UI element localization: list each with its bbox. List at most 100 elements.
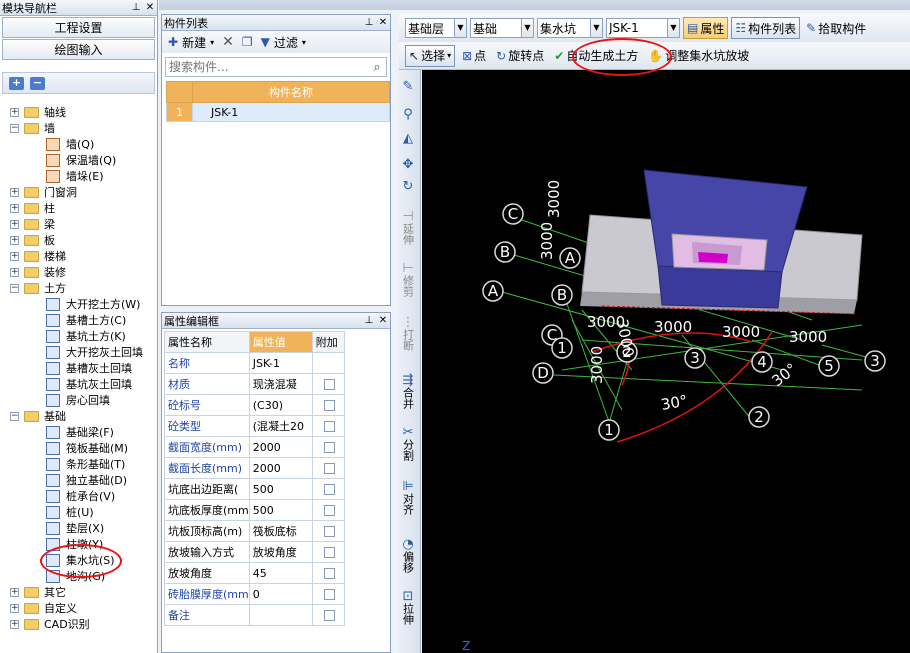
category-select[interactable]: 基础 ▼: [470, 18, 534, 38]
tree-item[interactable]: 房心回填: [0, 392, 157, 408]
tree-item[interactable]: + 门窗洞: [0, 184, 157, 200]
tree-item[interactable]: 基槽土方(C): [0, 312, 157, 328]
project-settings-button[interactable]: 工程设置: [2, 17, 155, 38]
table-row[interactable]: 坑底板厚度(mm 500: [164, 499, 345, 521]
pin-icon[interactable]: ⊥: [362, 315, 376, 326]
table-row[interactable]: 砖胎膜厚度(mm 0: [164, 583, 345, 605]
tree-item[interactable]: 大开挖灰土回填: [0, 344, 157, 360]
tree-item[interactable]: + 楼梯: [0, 248, 157, 264]
tree-item[interactable]: 基础梁(F): [0, 424, 157, 440]
tree-item[interactable]: − 墙: [0, 120, 157, 136]
table-row[interactable]: 放坡输入方式 放坡角度: [164, 541, 345, 563]
property-value-cell[interactable]: 500: [248, 499, 313, 521]
new-button[interactable]: 新建: [182, 34, 206, 51]
expand-icon[interactable]: +: [10, 187, 19, 197]
expand-icon[interactable]: +: [10, 219, 19, 229]
expand-icon[interactable]: +: [10, 587, 19, 597]
property-value-cell[interactable]: 2000: [248, 436, 313, 458]
split-tool[interactable]: ✂ 分割: [398, 426, 418, 464]
collapse-icon[interactable]: −: [10, 283, 19, 293]
drawing-input-button[interactable]: 绘图输入: [2, 39, 155, 60]
tree-item[interactable]: + 装修: [0, 264, 157, 280]
mirror-icon[interactable]: ◭: [398, 132, 418, 145]
chevron-down-icon[interactable]: ▾: [210, 38, 214, 47]
tree-item[interactable]: + 其它: [0, 584, 157, 600]
3d-viewport[interactable]: C B A A B C D 1 2 3 4 5 3 2 1 3000 3000 …: [422, 70, 910, 653]
expand-icon[interactable]: +: [10, 203, 19, 213]
tree-item[interactable]: 条形基础(T): [0, 456, 157, 472]
table-row[interactable]: 截面长度(mm) 2000: [164, 457, 345, 479]
expand-icon[interactable]: +: [10, 235, 19, 245]
component-select[interactable]: JSK-1 ▼: [606, 18, 680, 38]
extend-tool[interactable]: ⊣ 延伸: [398, 210, 418, 248]
component-list-button[interactable]: ☷ 构件列表: [731, 17, 801, 39]
tree-item[interactable]: 基槽灰土回填: [0, 360, 157, 376]
tree-item[interactable]: 独立基础(D): [0, 472, 157, 488]
expand-icon[interactable]: +: [10, 267, 19, 277]
type-select[interactable]: 集水坑 ▼: [537, 18, 603, 38]
tree-item[interactable]: 保温墙(Q): [0, 152, 157, 168]
rotate-icon[interactable]: ↻: [398, 180, 418, 193]
stretch-tool[interactable]: ⊡ 拉伸: [398, 590, 418, 628]
tree-item[interactable]: − 基础: [0, 408, 157, 424]
copy-icon[interactable]: ❐: [242, 35, 253, 49]
merge-tool[interactable]: ⇶ 合并: [398, 374, 418, 412]
filter-button[interactable]: 过滤: [274, 34, 298, 51]
tree-item[interactable]: 桩(U): [0, 504, 157, 520]
tree-item[interactable]: 基坑灰土回填: [0, 376, 157, 392]
tree-item[interactable]: + 轴线: [0, 104, 157, 120]
property-value-cell[interactable]: 500: [248, 478, 313, 500]
tree-item[interactable]: + 柱: [0, 200, 157, 216]
property-value-cell[interactable]: (混凝土20: [248, 415, 313, 437]
close-icon[interactable]: ✕: [376, 17, 390, 28]
rotate-point-button[interactable]: ↻ 旋转点: [493, 45, 547, 67]
property-value-cell[interactable]: 放坡角度: [248, 541, 313, 563]
expand-icon[interactable]: +: [10, 619, 19, 629]
property-value-cell[interactable]: 筏板底标: [248, 520, 313, 542]
extra-checkbox[interactable]: [324, 610, 336, 621]
table-row[interactable]: 名称 JSK-1: [164, 352, 345, 374]
collapse-all-icon[interactable]: −: [30, 76, 45, 90]
extra-checkbox[interactable]: [324, 379, 336, 390]
search-icon[interactable]: ⌕: [368, 60, 386, 75]
align-tool[interactable]: ⊫ 对齐: [398, 480, 418, 518]
tree-item[interactable]: 基坑土方(K): [0, 328, 157, 344]
tree-item[interactable]: + 自定义: [0, 600, 157, 616]
table-row[interactable]: 1 JSK-1: [166, 102, 390, 122]
table-row[interactable]: 坑板顶标高(m) 筏板底标: [164, 520, 345, 542]
tree-item[interactable]: + CAD识别: [0, 616, 157, 632]
extra-checkbox[interactable]: [324, 568, 336, 579]
tree-item[interactable]: 大开挖土方(W): [0, 296, 157, 312]
tree-item[interactable]: 墙(Q): [0, 136, 157, 152]
table-row[interactable]: 截面宽度(mm) 2000: [164, 436, 345, 458]
expand-all-icon[interactable]: +: [9, 76, 24, 90]
table-row[interactable]: 放坡角度 45: [164, 562, 345, 584]
point-button[interactable]: ⊠ 点: [459, 45, 489, 67]
close-icon[interactable]: ✕: [143, 2, 157, 13]
close-icon[interactable]: ✕: [376, 315, 390, 326]
tree-item[interactable]: 桩承台(V): [0, 488, 157, 504]
expand-icon[interactable]: +: [10, 603, 19, 613]
extra-checkbox[interactable]: [324, 505, 336, 516]
property-value-cell[interactable]: JSK-1: [248, 352, 313, 374]
component-search-input[interactable]: [166, 58, 368, 76]
property-value-cell[interactable]: [248, 604, 313, 626]
table-row[interactable]: 砼类型 (混凝土20: [164, 415, 345, 437]
scale-icon[interactable]: ⚲: [398, 108, 418, 121]
tree-item[interactable]: 墙垛(E): [0, 168, 157, 184]
extra-checkbox[interactable]: [324, 400, 336, 411]
extra-checkbox[interactable]: [324, 547, 336, 558]
pin-icon[interactable]: ⊥: [362, 17, 376, 28]
table-row[interactable]: 坑底出边距离(500: [164, 478, 345, 500]
expand-icon[interactable]: +: [10, 107, 19, 117]
expand-icon[interactable]: +: [10, 251, 19, 261]
break-tool[interactable]: ⋮ 打断: [398, 316, 418, 354]
property-value-cell[interactable]: 0: [248, 583, 313, 605]
property-value-cell[interactable]: (C30): [248, 394, 313, 416]
brush-icon[interactable]: ✎: [398, 80, 418, 93]
table-row[interactable]: 材质 现浇混凝: [164, 373, 345, 395]
offset-tool[interactable]: ◔ 偏移: [398, 538, 418, 576]
pin-icon[interactable]: ⊥: [129, 2, 143, 13]
pick-component-button[interactable]: ✎ 拾取构件: [803, 17, 869, 39]
extra-checkbox[interactable]: [324, 442, 336, 453]
